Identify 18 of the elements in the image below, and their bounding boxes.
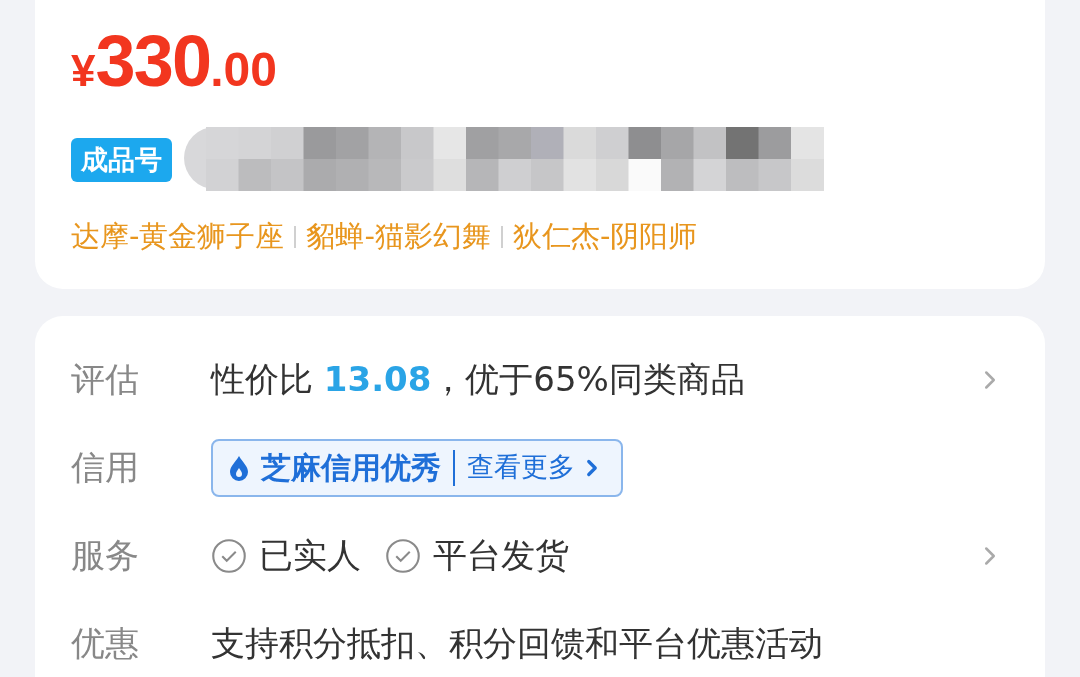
row-label: 信用 bbox=[71, 446, 140, 489]
row-label: 优惠 bbox=[71, 622, 140, 665]
check-circle-icon bbox=[211, 537, 247, 574]
product-tag: 成品号 bbox=[71, 138, 172, 182]
skin-name: 狄仁杰-阴阳师 bbox=[512, 218, 698, 255]
service-tag-text: 平台发货 bbox=[433, 534, 569, 577]
value-rating-text: 性价比 13.08，优于65%同类商品 bbox=[211, 358, 745, 401]
promotion-text: 支持积分抵扣、积分回馈和平台优惠活动 bbox=[211, 622, 823, 665]
price-text: ¥330.00 bbox=[71, 25, 278, 97]
service-tag-text: 已实人 bbox=[259, 534, 361, 577]
check-circle-icon bbox=[385, 537, 421, 574]
credit-rating-text: 芝麻信用优秀 bbox=[261, 449, 441, 487]
credit-badge[interactable]: 芝麻信用优秀 查看更多 bbox=[211, 438, 623, 497]
skin-name: 貂蝉-猫影幻舞 bbox=[306, 218, 491, 255]
see-more-link[interactable]: 查看更多 bbox=[467, 447, 575, 488]
row-label: 服务 bbox=[71, 534, 140, 577]
skin-name: 达摩-黄金狮子座 bbox=[71, 218, 285, 255]
row-label: 评估 bbox=[71, 358, 140, 401]
